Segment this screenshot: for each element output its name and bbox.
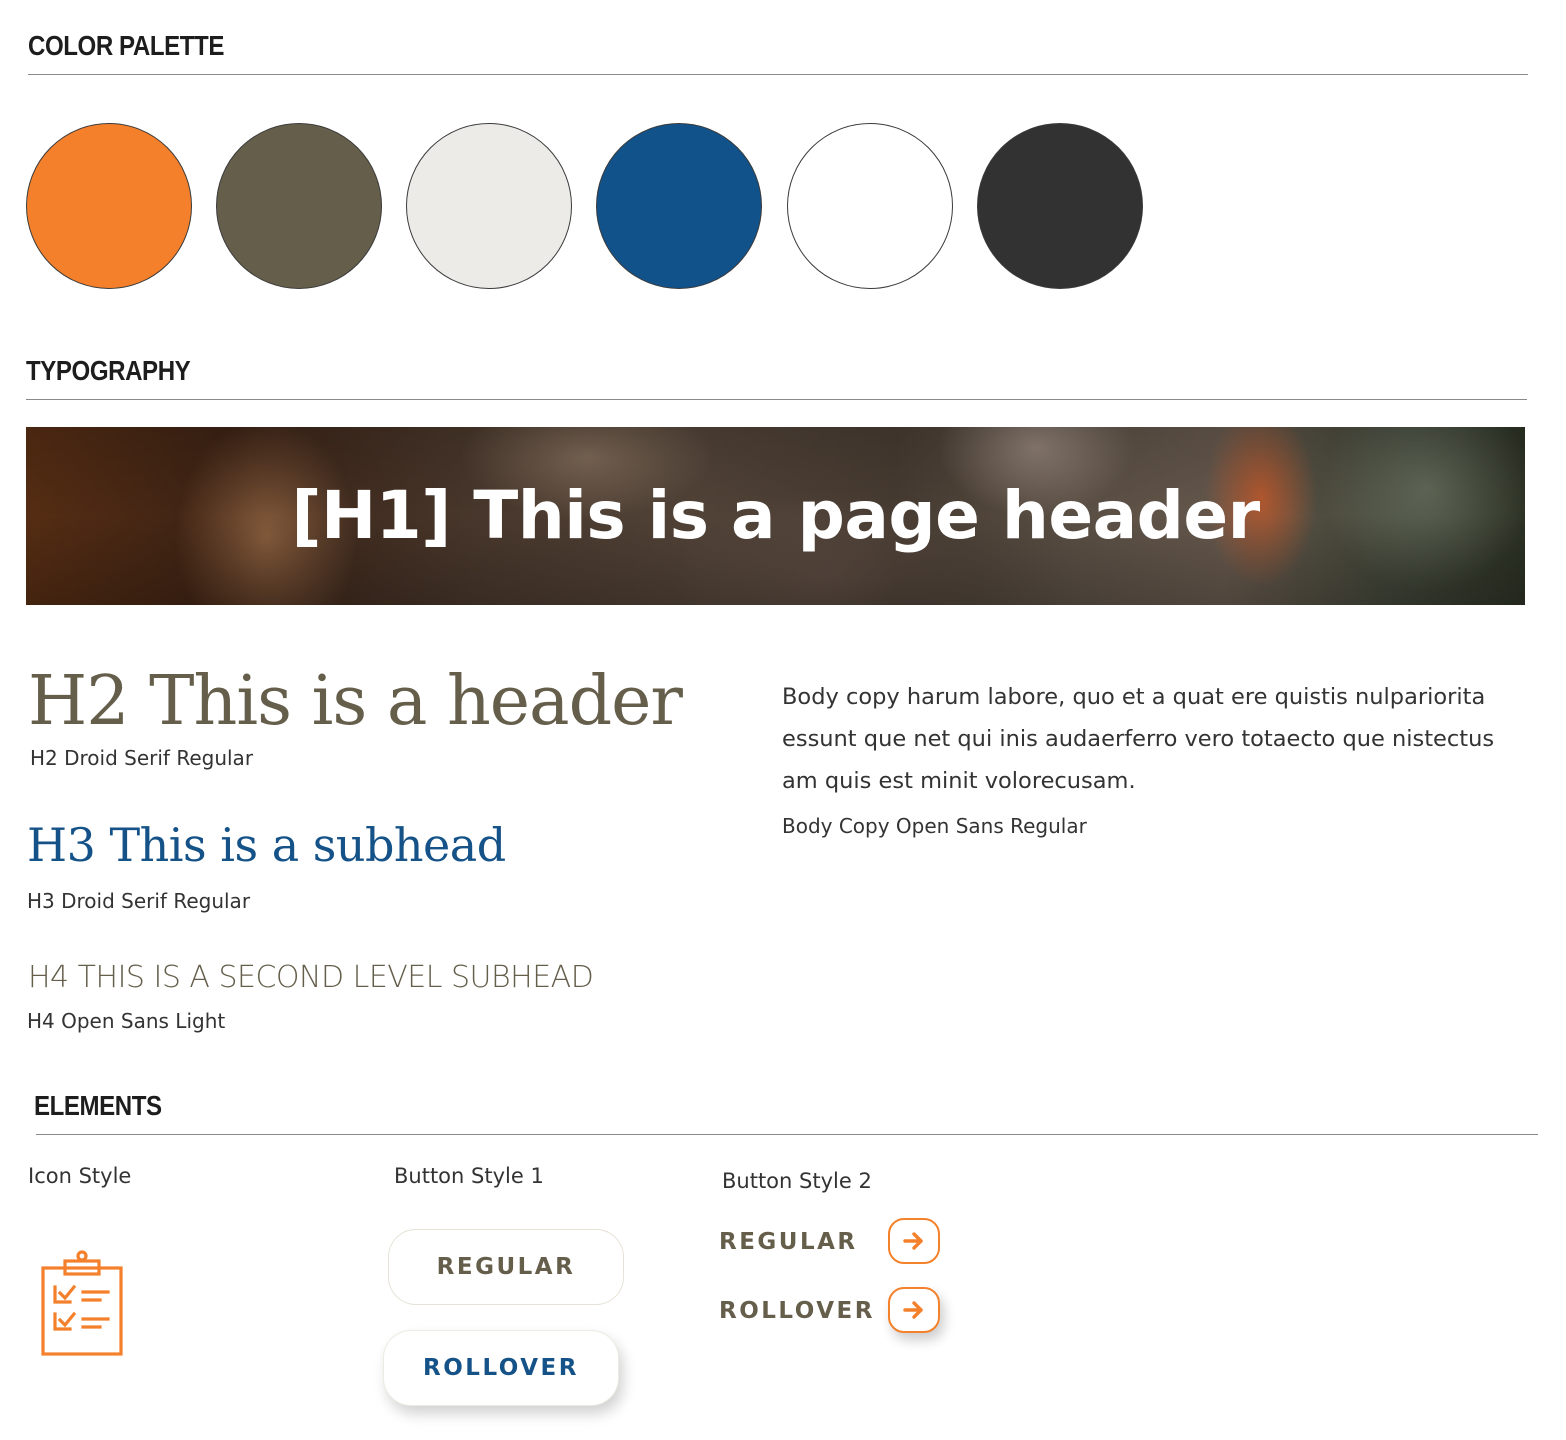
button-style-2-rollover-arrow[interactable]: [888, 1287, 940, 1333]
button-style-1-label: Button Style 1: [394, 1164, 544, 1188]
swatch-orange: [26, 123, 192, 289]
clipboard-checklist-icon: [40, 1250, 128, 1363]
h3-sample: H3 This is a subhead: [27, 818, 506, 872]
elements-heading: ELEMENTS: [34, 1090, 162, 1121]
h4-sample: H4 THIS IS A SECOND LEVEL SUBHEAD: [28, 960, 594, 995]
elements-divider: [36, 1134, 1538, 1135]
button-style-2-rollover-label[interactable]: ROLLOVER: [719, 1298, 875, 1324]
swatch-brown: [216, 123, 382, 289]
typography-divider: [26, 399, 1527, 400]
h2-caption: H2 Droid Serif Regular: [30, 746, 254, 770]
body-copy-caption: Body Copy Open Sans Regular: [782, 814, 1087, 838]
swatch-light-gray: [406, 123, 572, 289]
arrow-right-icon: [903, 1301, 923, 1319]
button-style-1-regular[interactable]: REGULAR: [388, 1229, 624, 1305]
h3-caption: H3 Droid Serif Regular: [27, 889, 251, 913]
swatch-white: [787, 123, 953, 289]
h1-sample: [H1] This is a page header: [291, 477, 1260, 554]
body-copy-sample: Body copy harum labore, quo et a quat er…: [782, 684, 1495, 794]
h2-sample: H2 This is a header: [28, 662, 683, 741]
typography-heading: TYPOGRAPHY: [26, 355, 191, 386]
color-palette-heading: COLOR PALETTE: [28, 30, 224, 61]
h4-caption: H4 Open Sans Light: [27, 1009, 226, 1033]
button-style-1-rollover[interactable]: ROLLOVER: [383, 1330, 619, 1406]
h1-hero-banner: [H1] This is a page header: [26, 427, 1525, 605]
swatch-charcoal: [977, 123, 1143, 289]
button-style-2-regular-label[interactable]: REGULAR: [719, 1229, 858, 1255]
swatch-blue: [596, 123, 762, 289]
button-style-2-regular-arrow[interactable]: [888, 1218, 940, 1264]
color-palette-divider: [28, 74, 1528, 75]
icon-style-label: Icon Style: [28, 1164, 132, 1188]
button-style-2-label: Button Style 2: [722, 1169, 872, 1193]
arrow-right-icon: [903, 1232, 923, 1250]
